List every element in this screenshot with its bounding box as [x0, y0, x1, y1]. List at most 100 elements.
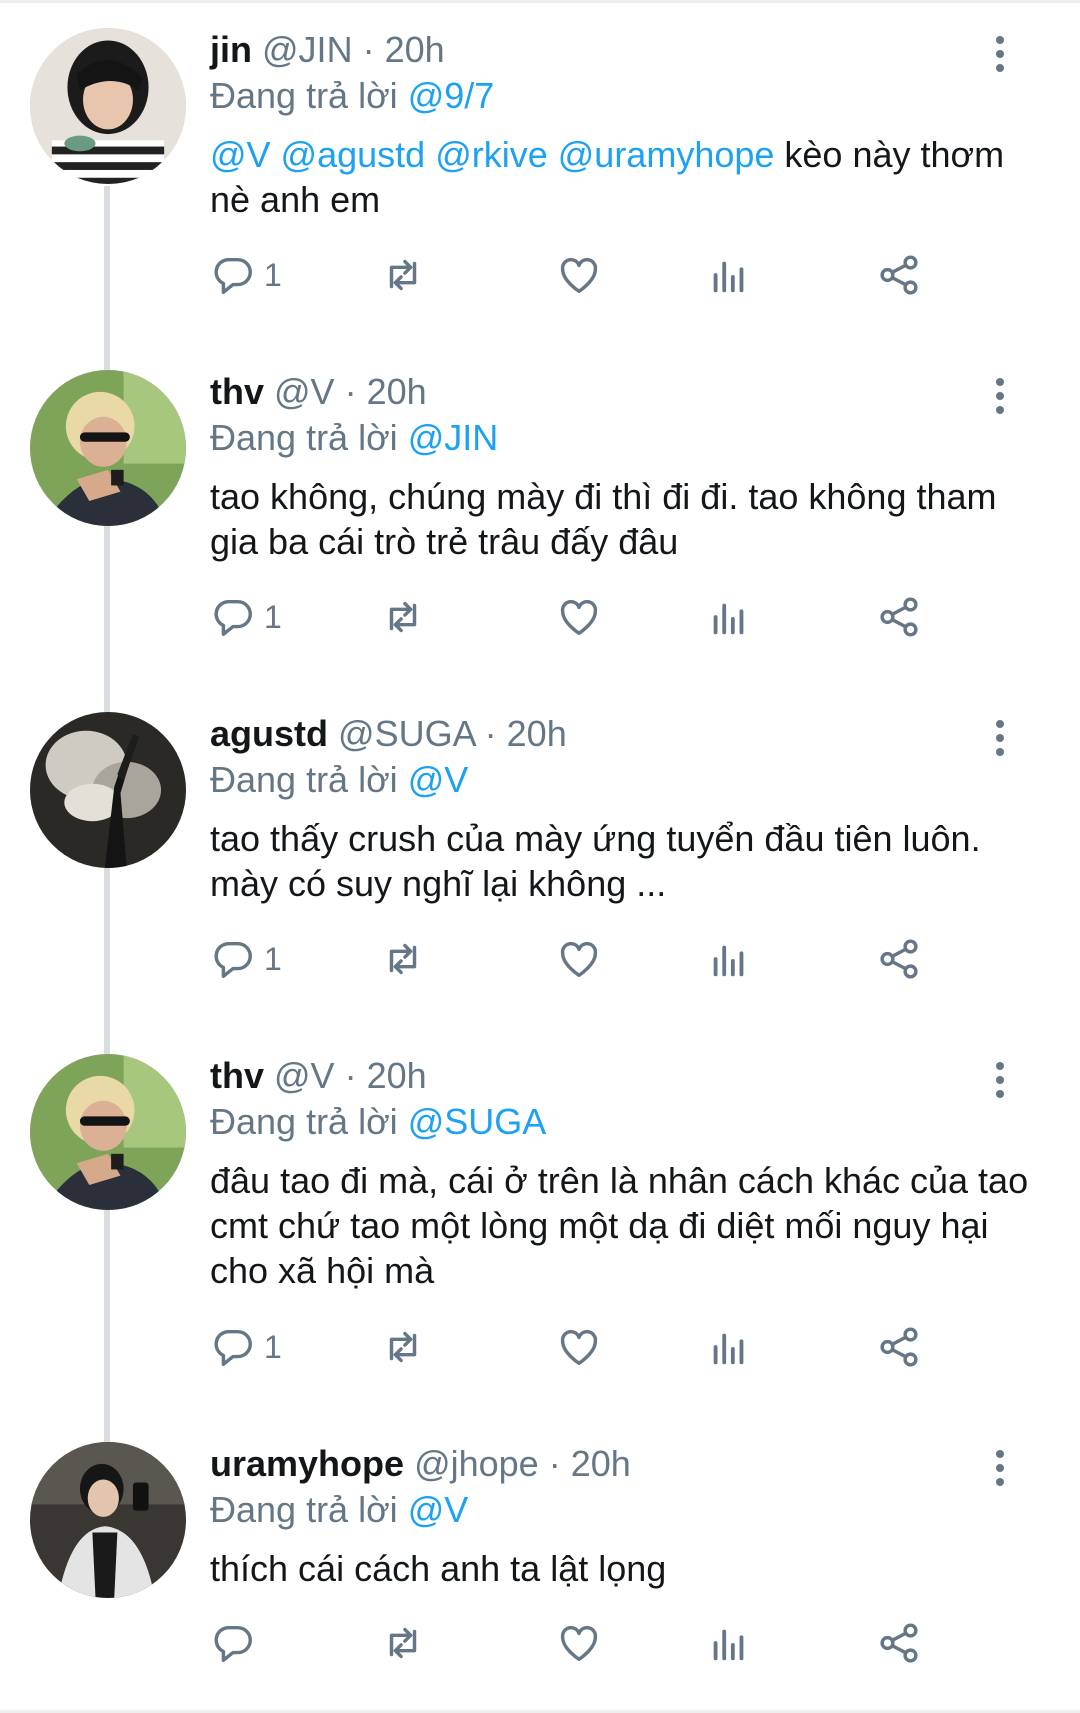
- analytics-icon: [713, 603, 744, 635]
- avatar[interactable]: [30, 712, 186, 868]
- timestamp[interactable]: 20h: [367, 1055, 427, 1096]
- like-button[interactable]: [556, 592, 602, 642]
- user-handle[interactable]: @SUGA: [338, 713, 475, 754]
- reply-icon: [214, 941, 252, 978]
- retweet-button[interactable]: [380, 250, 426, 300]
- action-bar: 1: [210, 934, 1030, 994]
- reply-icon: [214, 599, 252, 636]
- more-options-icon[interactable]: [990, 1062, 1010, 1104]
- like-icon: [560, 941, 598, 978]
- separator-dot: ·: [362, 29, 375, 70]
- share-button[interactable]: [876, 1618, 922, 1668]
- action-bar: [210, 1618, 1030, 1678]
- reply-icon: [214, 257, 252, 294]
- display-name[interactable]: thv: [210, 371, 264, 412]
- display-name[interactable]: thv: [210, 1055, 264, 1096]
- timestamp[interactable]: 20h: [367, 371, 427, 412]
- share-button[interactable]: [876, 1322, 922, 1372]
- tweet-text: thích cái cách anh ta lật lọng: [210, 1546, 1050, 1591]
- share-icon: [880, 255, 918, 295]
- separator-dot: ·: [484, 713, 497, 754]
- analytics-button[interactable]: [706, 592, 752, 642]
- reply-icon: [214, 1625, 252, 1662]
- avatar-image: [30, 1442, 186, 1598]
- analytics-icon: [713, 261, 744, 293]
- retweet-button[interactable]: [380, 1322, 426, 1372]
- user-handle[interactable]: @V: [274, 371, 335, 412]
- user-handle[interactable]: @jhope: [414, 1443, 539, 1484]
- analytics-button[interactable]: [706, 1322, 752, 1372]
- tweet-text: đâu tao đi mà, cái ở trên là nhân cách k…: [210, 1158, 1050, 1293]
- analytics-button[interactable]: [706, 1618, 752, 1668]
- like-icon: [560, 1329, 598, 1366]
- reply-to-mention[interactable]: @V: [408, 1489, 469, 1530]
- avatar[interactable]: [30, 1054, 186, 1210]
- display-name[interactable]: jin: [210, 29, 252, 70]
- analytics-button[interactable]: [706, 934, 752, 984]
- reply-to-mention[interactable]: @JIN: [408, 417, 499, 458]
- like-icon: [560, 1625, 598, 1662]
- more-options-icon[interactable]: [990, 378, 1010, 420]
- body-text: tao không, chúng mày đi thì đi đi. tao k…: [210, 476, 997, 562]
- more-options-icon[interactable]: [990, 36, 1010, 78]
- share-button[interactable]: [876, 250, 922, 300]
- analytics-button[interactable]: [706, 250, 752, 300]
- separator-dot: ·: [548, 1443, 561, 1484]
- replying-to-label: Đang trả lời: [210, 759, 398, 800]
- timestamp[interactable]: 20h: [385, 29, 445, 70]
- avatar[interactable]: [30, 370, 186, 526]
- share-button[interactable]: [876, 592, 922, 642]
- like-button[interactable]: [556, 250, 602, 300]
- reply-icon: [214, 1329, 252, 1366]
- reply-to-mention[interactable]: @SUGA: [408, 1101, 547, 1142]
- reply-button[interactable]: 1: [210, 934, 282, 984]
- timestamp[interactable]: 20h: [507, 713, 567, 754]
- more-options-icon[interactable]: [990, 1450, 1010, 1492]
- avatar[interactable]: [30, 28, 186, 184]
- share-icon: [880, 939, 918, 979]
- user-handle[interactable]: @JIN: [262, 29, 353, 70]
- reply-count: 1: [264, 1328, 282, 1365]
- replying-to-label: Đang trả lời: [210, 1489, 398, 1530]
- like-button[interactable]: [556, 934, 602, 984]
- like-icon: [560, 257, 598, 294]
- retweet-icon: [389, 1331, 417, 1363]
- display-name[interactable]: uramyhope: [210, 1443, 404, 1484]
- action-bar: 1: [210, 1322, 1030, 1382]
- user-handle[interactable]: @V: [274, 1055, 335, 1096]
- body-mentions[interactable]: @V @agustd @rkive @uramyhope: [210, 134, 774, 175]
- share-icon: [880, 1327, 918, 1367]
- reply-button[interactable]: 1: [210, 592, 282, 642]
- more-options-icon[interactable]: [990, 720, 1010, 762]
- reply-button[interactable]: 1: [210, 250, 282, 300]
- share-button[interactable]: [876, 934, 922, 984]
- replying-to-label: Đang trả lời: [210, 75, 398, 116]
- share-icon: [880, 1623, 918, 1663]
- avatar[interactable]: [30, 1442, 186, 1598]
- reply-button[interactable]: [210, 1618, 264, 1668]
- analytics-icon: [713, 945, 744, 977]
- reply-to-mention[interactable]: @9/7: [408, 75, 495, 116]
- reply-count: 1: [264, 940, 282, 977]
- retweet-button[interactable]: [380, 592, 426, 642]
- avatar-image: [30, 370, 186, 526]
- retweet-icon: [389, 259, 417, 291]
- tweet-text: tao thấy crush của mày ứng tuyển đầu tiê…: [210, 816, 1050, 906]
- retweet-button[interactable]: [380, 1618, 426, 1668]
- share-icon: [880, 597, 918, 637]
- display-name[interactable]: agustd: [210, 713, 328, 754]
- retweet-icon: [389, 943, 417, 975]
- like-icon: [560, 599, 598, 636]
- body-text: thích cái cách anh ta lật lọng: [210, 1548, 667, 1589]
- like-button[interactable]: [556, 1618, 602, 1668]
- timestamp[interactable]: 20h: [571, 1443, 631, 1484]
- reply-to-mention[interactable]: @V: [408, 759, 469, 800]
- reply-button[interactable]: 1: [210, 1322, 282, 1372]
- like-button[interactable]: [556, 1322, 602, 1372]
- retweet-button[interactable]: [380, 934, 426, 984]
- replying-to-label: Đang trả lời: [210, 417, 398, 458]
- tweet-text: tao không, chúng mày đi thì đi đi. tao k…: [210, 474, 1050, 564]
- body-text: đâu tao đi mà, cái ở trên là nhân cách k…: [210, 1160, 1029, 1291]
- retweet-icon: [389, 601, 417, 633]
- separator-dot: ·: [344, 1055, 357, 1096]
